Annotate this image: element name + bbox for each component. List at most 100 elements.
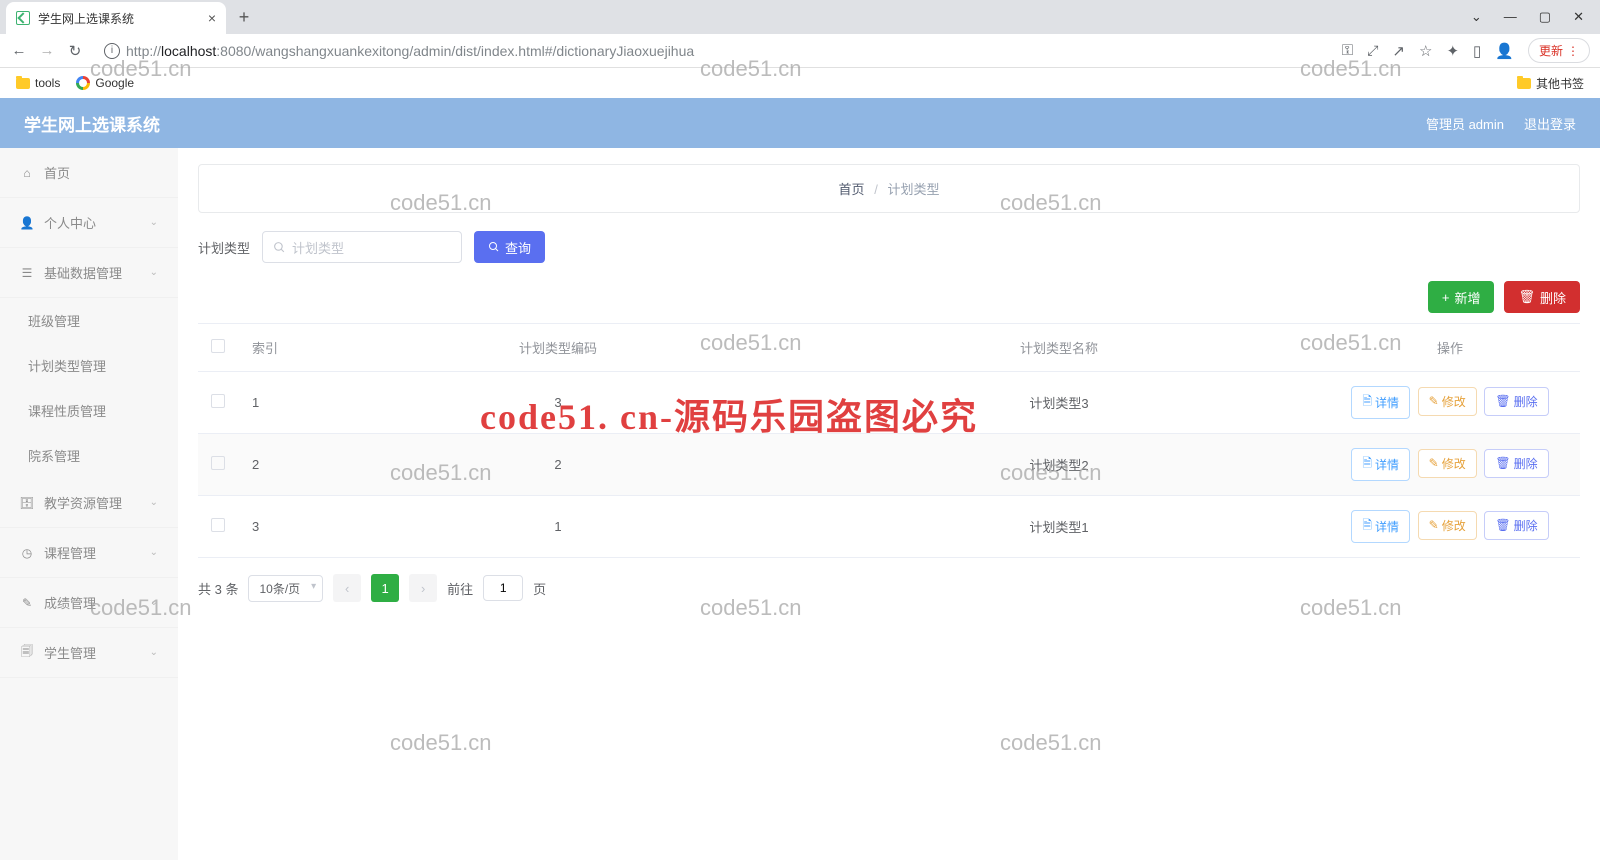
page-size-select[interactable]: 10条/页 <box>248 575 323 602</box>
col-name: 计划类型名称 <box>798 324 1320 372</box>
chevron-down-icon: ⌄ <box>150 597 158 608</box>
sidebar-sub-plantype[interactable]: 计划类型管理 <box>0 343 178 388</box>
window-close-icon[interactable]: ✕ <box>1573 9 1584 25</box>
extensions-icon[interactable]: ✦ <box>1446 42 1459 60</box>
nav-forward-icon[interactable]: → <box>38 42 56 59</box>
row-delete-button[interactable]: 🗑删除 <box>1484 387 1548 416</box>
action-row: +新增 🗑删除 <box>198 281 1580 313</box>
sidebar: ⌂首页 👤个人中心⌄ ☰基础数据管理⌄ 班级管理 计划类型管理 课程性质管理 院… <box>0 148 178 860</box>
tab-title: 学生网上选课系统 <box>38 10 200 27</box>
table-row: 1 3 计划类型3 🗎详情 ✎修改 🗑删除 <box>198 372 1580 434</box>
row-checkbox[interactable] <box>211 518 225 532</box>
share-icon[interactable]: ↗ <box>1392 42 1405 60</box>
sidebar-sub-coursetype[interactable]: 课程性质管理 <box>0 388 178 433</box>
delete-button[interactable]: 🗑删除 <box>1504 281 1580 313</box>
breadcrumb-current: 计划类型 <box>887 182 939 197</box>
row-delete-button[interactable]: 🗑删除 <box>1484 449 1548 478</box>
filter-bar: 计划类型 计划类型 查询 <box>198 231 1580 263</box>
sidebar-item-course[interactable]: ◷课程管理⌄ <box>0 528 178 578</box>
goto-label: 前往 <box>447 579 473 598</box>
toolbar-icons: ⚿ ⤢ ↗ ☆ ✦ ▯ 👤 更新 ⋮ <box>1342 38 1590 63</box>
cell-name: 计划类型2 <box>798 434 1320 496</box>
current-user[interactable]: 管理员 admin <box>1426 114 1504 133</box>
cell-index: 2 <box>238 434 318 496</box>
trash-icon: 🗑 <box>1495 394 1510 408</box>
row-edit-button[interactable]: ✎修改 <box>1418 387 1477 416</box>
browser-tab[interactable]: 学生网上选课系统 × <box>6 2 226 34</box>
page-total: 共 3 条 <box>198 579 238 598</box>
pagination: 共 3 条 10条/页 ‹ 1 › 前往 页 <box>198 574 1580 602</box>
page-next[interactable]: › <box>409 574 437 602</box>
trash-icon: 🗑 <box>1518 289 1535 305</box>
site-info-icon[interactable]: i <box>104 43 120 59</box>
update-button[interactable]: 更新 ⋮ <box>1528 38 1590 63</box>
row-checkbox[interactable] <box>211 456 225 470</box>
nav-back-icon[interactable]: ← <box>10 42 28 59</box>
app-header: 学生网上选课系统 管理员 admin 退出登录 <box>0 98 1600 148</box>
goto-input[interactable] <box>483 575 523 601</box>
data-table: 索引 计划类型编码 计划类型名称 操作 1 3 计划类型3 🗎详情 ✎修改 🗑删… <box>198 323 1580 558</box>
profile-avatar-icon[interactable]: 👤 <box>1495 42 1514 60</box>
briefcase-icon: 🗄 <box>20 496 34 510</box>
cell-name: 计划类型3 <box>798 372 1320 434</box>
select-all-checkbox[interactable] <box>211 339 225 353</box>
bookmark-google[interactable]: Google <box>76 76 134 90</box>
sidebar-item-student[interactable]: 🗐学生管理⌄ <box>0 628 178 678</box>
window-dropdown-icon[interactable]: ⌄ <box>1471 9 1482 25</box>
cell-name: 计划类型1 <box>798 496 1320 558</box>
cell-code: 1 <box>318 496 798 558</box>
url-input[interactable]: i http://localhost:8080/wangshangxuankex… <box>94 38 1332 64</box>
doc-icon: 🗎 <box>1362 392 1372 413</box>
breadcrumb-sep: / <box>874 182 878 197</box>
sidebar-item-grade[interactable]: ✎成绩管理⌄ <box>0 578 178 628</box>
key-icon[interactable]: ⚿ <box>1342 42 1353 59</box>
chevron-down-icon: ⌄ <box>150 217 158 228</box>
filter-placeholder: 计划类型 <box>292 238 344 257</box>
trash-icon: 🗑 <box>1495 518 1510 532</box>
doc-icon: 🗎 <box>1362 516 1372 537</box>
sidebar-sub-department[interactable]: 院系管理 <box>0 433 178 478</box>
row-detail-button[interactable]: 🗎详情 <box>1351 386 1410 419</box>
app-brand: 学生网上选课系统 <box>24 111 160 136</box>
user-icon: 👤 <box>20 216 34 230</box>
chevron-down-icon: ⌄ <box>150 547 158 558</box>
page-number[interactable]: 1 <box>371 574 399 602</box>
row-delete-button[interactable]: 🗑删除 <box>1484 511 1548 540</box>
bookmark-other[interactable]: 其他书签 <box>1517 75 1584 92</box>
window-maximize-icon[interactable]: ▢ <box>1539 9 1551 25</box>
chevron-down-icon: ⌄ <box>150 497 158 508</box>
logout-link[interactable]: 退出登录 <box>1524 114 1576 133</box>
nav-reload-icon[interactable]: ↻ <box>66 42 84 60</box>
sidebar-sub-class[interactable]: 班级管理 <box>0 298 178 343</box>
browser-chrome: 学生网上选课系统 × + ⌄ — ▢ ✕ ← → ↻ i http://loca… <box>0 0 1600 98</box>
row-detail-button[interactable]: 🗎详情 <box>1351 510 1410 543</box>
bookmark-tools[interactable]: tools <box>16 76 60 90</box>
window-minimize-icon[interactable]: — <box>1504 9 1517 25</box>
sidebar-item-basedata[interactable]: ☰基础数据管理⌄ <box>0 248 178 298</box>
add-button[interactable]: +新增 <box>1428 281 1495 313</box>
sidebar-item-teachres[interactable]: 🗄教学资源管理⌄ <box>0 478 178 528</box>
data-icon: ☰ <box>20 266 34 280</box>
row-checkbox[interactable] <box>211 394 225 408</box>
google-icon <box>76 76 90 90</box>
new-tab-button[interactable]: + <box>230 3 258 31</box>
cell-ops: 🗎详情 ✎修改 🗑删除 <box>1320 496 1580 558</box>
goto-suffix: 页 <box>533 579 546 598</box>
sidebar-item-profile[interactable]: 👤个人中心⌄ <box>0 198 178 248</box>
cell-index: 3 <box>238 496 318 558</box>
row-edit-button[interactable]: ✎修改 <box>1418 511 1477 540</box>
cell-code: 2 <box>318 434 798 496</box>
bookmark-star-icon[interactable]: ☆ <box>1419 42 1432 60</box>
doc-icon: 🗎 <box>1362 454 1372 475</box>
row-edit-button[interactable]: ✎修改 <box>1418 449 1477 478</box>
breadcrumb-home[interactable]: 首页 <box>839 182 865 197</box>
search-button[interactable]: 查询 <box>474 231 545 263</box>
translate-icon[interactable]: ⤢ <box>1367 42 1378 59</box>
row-detail-button[interactable]: 🗎详情 <box>1351 448 1410 481</box>
tab-close-icon[interactable]: × <box>208 10 216 26</box>
sidebar-item-home[interactable]: ⌂首页 <box>0 148 178 198</box>
cell-ops: 🗎详情 ✎修改 🗑删除 <box>1320 434 1580 496</box>
sidepanel-icon[interactable]: ▯ <box>1473 42 1481 60</box>
page-prev[interactable]: ‹ <box>333 574 361 602</box>
filter-input[interactable]: 计划类型 <box>262 231 462 263</box>
